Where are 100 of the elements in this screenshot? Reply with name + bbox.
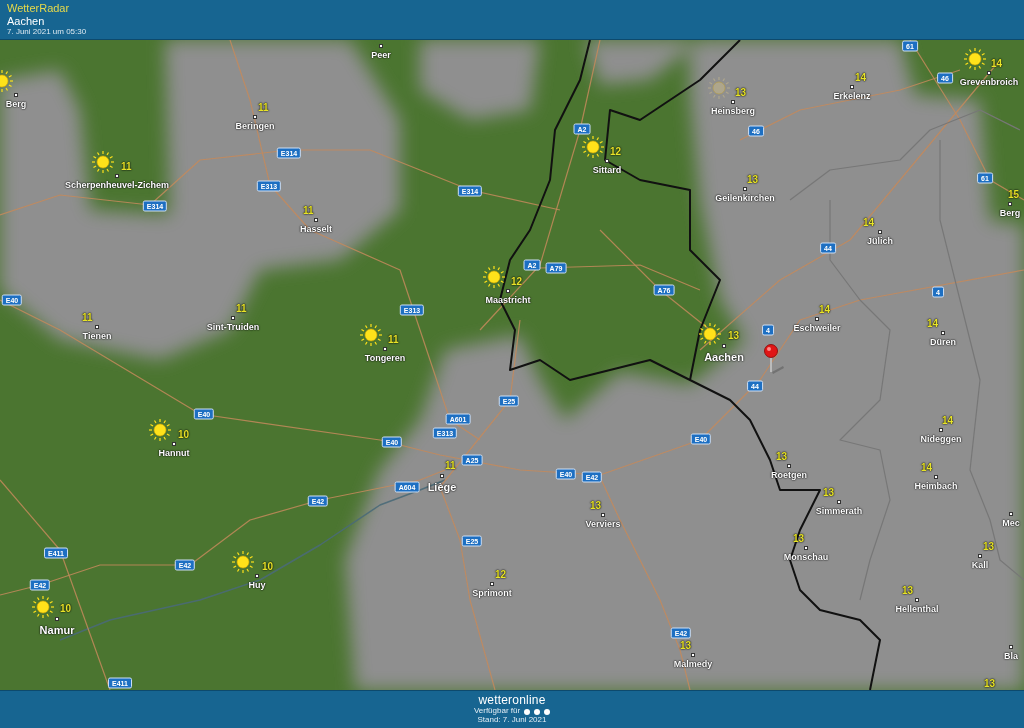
city-marker xyxy=(939,428,943,432)
status-text: Stand: 7. Juni 2021 xyxy=(477,716,547,725)
city-marker xyxy=(231,316,235,320)
city-label: Maastricht xyxy=(485,295,531,305)
temperature-value: 13 xyxy=(590,501,602,511)
sun-icon xyxy=(581,135,605,159)
city-label: Nideggen xyxy=(920,434,962,444)
sun-icon xyxy=(963,47,987,71)
city-marker xyxy=(383,347,387,351)
city-marker xyxy=(787,464,791,468)
city-marker xyxy=(987,71,991,75)
sun-icon xyxy=(359,323,383,347)
city-label: Tienen xyxy=(82,331,112,341)
city-label: Bla xyxy=(1004,651,1018,661)
city-label: Aachen xyxy=(704,351,744,363)
city-marker xyxy=(172,442,176,446)
city-marker xyxy=(743,187,747,191)
temperature-value: 11 xyxy=(388,335,399,345)
sun-icon xyxy=(707,76,731,100)
temperature-value: 14 xyxy=(942,416,954,426)
sun-icon xyxy=(148,418,172,442)
city-label: Huy xyxy=(248,580,266,590)
city-marker xyxy=(379,44,383,48)
temperature-value: 14 xyxy=(921,463,933,473)
location-pin-icon xyxy=(763,344,785,376)
temperature-value: 11 xyxy=(445,461,456,471)
city-marker xyxy=(490,582,494,586)
city-marker xyxy=(1009,512,1013,516)
city-label: Geilenkirchen xyxy=(715,193,775,203)
city-label: Düren xyxy=(930,337,956,347)
city-marker xyxy=(506,289,510,293)
city-label: Sittard xyxy=(592,165,622,175)
city-marker xyxy=(731,100,735,104)
city-marker xyxy=(440,474,444,478)
city-marker xyxy=(1009,645,1013,649)
city-label: Malmedy xyxy=(673,659,713,669)
temperature-value: 11 xyxy=(258,103,269,113)
city-label: Hellenthal xyxy=(895,604,939,614)
sun-icon xyxy=(698,322,722,346)
city-label: Sprimont xyxy=(472,588,512,598)
city-marker xyxy=(941,331,945,335)
sun-icon xyxy=(91,150,115,174)
temperature-value: 13 xyxy=(680,641,692,651)
city-marker xyxy=(55,617,59,621)
city-label: Berg xyxy=(999,208,1021,218)
city-marker xyxy=(691,653,695,657)
temperature-value: 14 xyxy=(927,319,939,329)
temperature-value: 14 xyxy=(819,305,831,315)
timestamp: 7. Juni 2021 um 05:30 xyxy=(7,27,88,37)
city-marker xyxy=(605,159,609,163)
temperature-value: 13 xyxy=(823,488,835,498)
city-label: Simmerath xyxy=(815,506,863,516)
temperature-value: 11 xyxy=(236,304,247,314)
city-marker xyxy=(815,317,819,321)
temperature-value: 12 xyxy=(495,570,507,580)
city-label: Liège xyxy=(427,481,457,493)
city-marker xyxy=(115,174,119,178)
app-title: WetterRadar xyxy=(7,2,71,15)
city-label: Heimbach xyxy=(914,481,958,491)
city-label: Verviers xyxy=(585,519,621,529)
temperature-value: 13 xyxy=(983,542,995,552)
city-marker xyxy=(95,325,99,329)
logo-text: wetteronline xyxy=(478,694,546,708)
city-marker xyxy=(1008,202,1012,206)
temperature-value: 12 xyxy=(511,277,523,287)
city-label: Grevenbroich xyxy=(959,77,1019,87)
temperature-value: 12 xyxy=(610,147,622,157)
city-marker xyxy=(837,500,841,504)
sun-icon xyxy=(231,550,255,574)
city-label: Hasselt xyxy=(300,224,332,234)
temperature-value: 13 xyxy=(747,175,759,185)
city-label: Heinsberg xyxy=(711,106,755,116)
city-marker xyxy=(314,218,318,222)
temperature-value: 14 xyxy=(863,218,875,228)
city-label: Peer xyxy=(371,50,391,60)
city-marker xyxy=(804,546,808,550)
city-marker xyxy=(915,598,919,602)
city-marker xyxy=(850,85,854,89)
temperature-value: 10 xyxy=(178,430,190,440)
location-name: Aachen xyxy=(7,14,46,28)
city-marker xyxy=(601,513,605,517)
city-label: Hannut xyxy=(158,448,190,458)
temperature-value: 10 xyxy=(262,562,274,572)
city-label: Sint-Truiden xyxy=(206,322,260,332)
city-marker xyxy=(14,93,18,97)
city-label: Erkelenz xyxy=(833,91,871,101)
city-marker xyxy=(978,554,982,558)
city-label: Mec xyxy=(1002,518,1020,528)
city-marker xyxy=(253,115,257,119)
temperature-value: 14 xyxy=(855,73,867,83)
temperature-value: 13 xyxy=(728,331,740,341)
city-label: Jülich xyxy=(867,236,893,246)
availability-text: Verfügbar für xyxy=(473,707,521,717)
temperature-value: 13 xyxy=(902,586,914,596)
city-label: Scherpenheuvel-Zichem xyxy=(65,180,169,190)
temperature-value: 10 xyxy=(60,604,72,614)
temperature-value: 13 xyxy=(984,679,996,689)
sun-icon xyxy=(482,265,506,289)
city-label: Berg xyxy=(5,99,27,109)
temperature-value: 13 xyxy=(735,88,747,98)
